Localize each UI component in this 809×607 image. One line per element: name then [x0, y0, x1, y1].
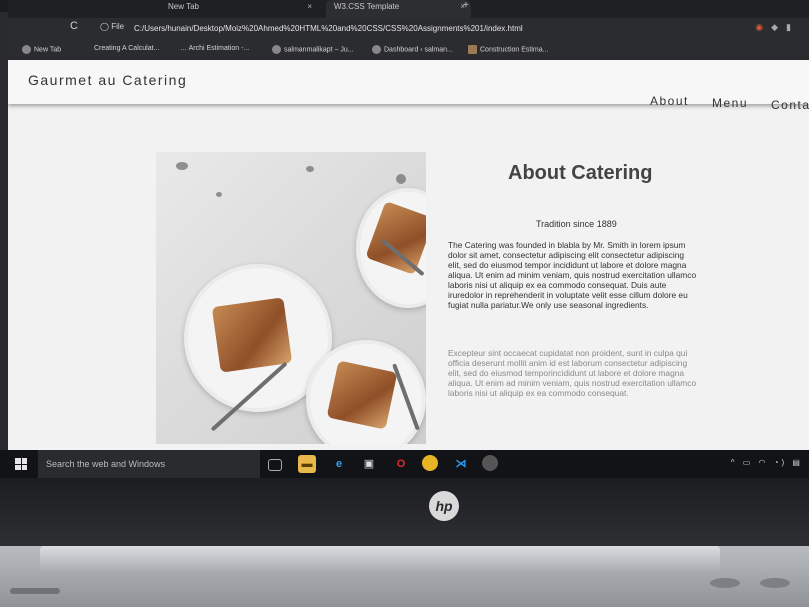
nav-menu[interactable]: Menu	[712, 96, 748, 110]
windows-taskbar: Search the web and Windows ▬ e ▣ O ⋊ ^ ▭…	[0, 450, 809, 478]
browser-toolbar: C ◯ File C:/Users/hunain/Desktop/Moiz%20…	[8, 18, 809, 40]
bookmarks-bar: New Tab Creating A Calculat... … Archi E…	[8, 40, 809, 60]
nav-contact[interactable]: Conta	[771, 98, 809, 112]
laptop-indicator	[760, 578, 790, 588]
catering-image	[156, 152, 426, 444]
apple-tart	[326, 360, 398, 430]
file-explorer-icon[interactable]: ▬	[298, 455, 316, 473]
construction-icon	[468, 45, 477, 54]
dots-icon: …	[180, 45, 189, 52]
hp-logo: hp	[429, 491, 459, 521]
web-page: Gaurmet au Catering About Menu Conta Abo…	[8, 60, 809, 450]
bookmark-label: Creating A Calculat...	[94, 45, 160, 52]
menu-icon[interactable]: ▮	[786, 22, 799, 32]
bookmark-label: Construction Estima...	[480, 46, 549, 54]
browser-tab-strip: New Tab × W3.CSS Template × +	[8, 0, 809, 18]
bookmark-new-tab[interactable]: New Tab	[22, 45, 61, 54]
globe-icon	[22, 45, 31, 54]
vscode-icon[interactable]: ⋊	[452, 455, 470, 473]
wordpress-icon	[272, 45, 281, 54]
marble-speck	[396, 174, 406, 184]
laptop-vent	[10, 588, 60, 594]
marble-speck	[216, 192, 222, 197]
wordpress-icon	[372, 45, 381, 54]
bookmark-label: Archi Estimation -...	[188, 45, 250, 52]
system-tray[interactable]: ^ ▭ ◠ ◔) ▤	[731, 458, 803, 467]
tab-w3css-template[interactable]: W3.CSS Template ×	[326, 0, 471, 18]
bookmark-label: Dashboard ‹ salman...	[384, 46, 453, 54]
tab-title: New Tab	[168, 2, 199, 11]
tradition-subtitle: Tradition since 1889	[536, 219, 617, 229]
bookmark-dashboard[interactable]: Dashboard ‹ salman...	[372, 45, 453, 54]
extension-icons: ◉◆▮	[755, 22, 799, 33]
laptop-hinge	[0, 478, 809, 546]
address-bar[interactable]: C:/Users/hunain/Desktop/Moiz%20Ahmed%20H…	[134, 24, 523, 33]
close-icon[interactable]: ×	[307, 0, 312, 14]
about-title: About Catering	[508, 162, 653, 184]
opera-icon[interactable]: O	[392, 455, 410, 473]
laptop-hinge-bar	[40, 546, 720, 572]
site-info-button[interactable]: ◯ File	[100, 22, 124, 31]
info-label: File	[111, 22, 125, 31]
laptop-screen: New Tab × W3.CSS Template × + C ◯ File C…	[8, 0, 809, 478]
extension-icon[interactable]: ◆	[771, 22, 786, 32]
apple-tart	[211, 297, 293, 373]
about-paragraph-1: The Catering was founded in blabla by Mr…	[448, 240, 697, 310]
new-tab-icon[interactable]: +	[463, 0, 469, 11]
marble-speck	[306, 166, 314, 172]
marble-speck	[176, 162, 188, 170]
info-icon: ◯	[100, 22, 112, 31]
bookmark-construction[interactable]: Construction Estima...	[468, 45, 548, 54]
rss-icon[interactable]: ◉	[755, 22, 771, 32]
bookmark-label: New Tab	[34, 46, 62, 54]
bookmark-salmanmalikapt[interactable]: salmanmalikapt – Ju...	[272, 45, 354, 54]
chrome-canary-icon[interactable]	[482, 455, 498, 471]
windows-start-icon[interactable]	[15, 458, 27, 470]
bookmark-archi-estimation[interactable]: … Archi Estimation -...	[180, 45, 249, 52]
nav-about[interactable]: About	[650, 94, 689, 108]
tab-title: W3.CSS Template	[334, 2, 400, 11]
laptop-indicator	[710, 578, 740, 588]
about-paragraph-2: Excepteur sint occaecat cupidatat non pr…	[448, 348, 697, 398]
edge-icon[interactable]: e	[330, 455, 348, 473]
reload-icon[interactable]: C	[70, 20, 78, 32]
tab-new-tab[interactable]: New Tab ×	[138, 0, 318, 18]
bookmark-calculator[interactable]: Creating A Calculat...	[94, 45, 159, 52]
bookmark-label: salmanmalikapt – Ju...	[284, 46, 354, 54]
taskbar-search[interactable]: Search the web and Windows	[38, 450, 260, 478]
site-brand[interactable]: Gaurmet au Catering	[28, 72, 187, 88]
task-view-icon[interactable]	[268, 459, 282, 471]
chrome-icon[interactable]	[422, 455, 438, 471]
store-icon[interactable]: ▣	[360, 455, 378, 473]
